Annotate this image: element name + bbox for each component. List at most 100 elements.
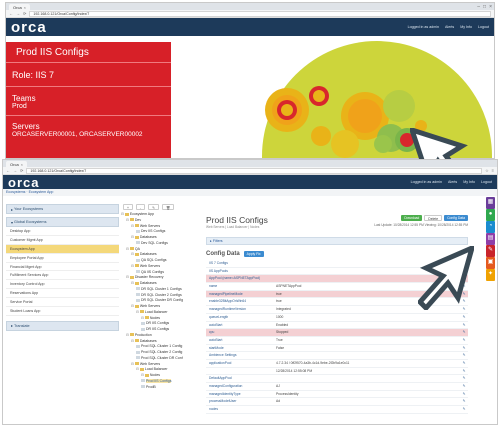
delete-node-button[interactable]: 🗑 <box>161 204 175 210</box>
tree-node-label: Databases <box>139 281 157 285</box>
minimize-icon[interactable]: – <box>477 4 480 10</box>
alerts-link[interactable]: Alerts <box>445 25 454 29</box>
config-data-button[interactable]: Config Data <box>444 215 468 221</box>
tree-node-label: QA SQL Configs <box>141 258 167 262</box>
config-row[interactable]: autoStart Enabled ✎ <box>206 322 468 330</box>
filters-bar[interactable]: ▸ Filters <box>206 237 468 245</box>
back-url-input[interactable]: 192.168.0.121/Orca/Config/Index/7 <box>29 10 491 17</box>
edit-icon[interactable]: ✎ <box>460 360 468 367</box>
tree-node-label: DR IIS Configs <box>146 327 170 331</box>
config-row[interactable]: Ambience Settings ✎ <box>206 352 468 360</box>
edit-icon[interactable]: ✎ <box>460 375 468 382</box>
menu-icon[interactable]: ≡ <box>492 168 494 173</box>
front-tab-title: Orca <box>10 161 19 167</box>
maximize-icon[interactable]: □ <box>483 4 486 10</box>
logout-link[interactable]: Logout <box>478 25 489 29</box>
calendar-icon[interactable]: ▦ <box>486 197 495 209</box>
tree-node-label: Databases <box>139 252 157 257</box>
config-row[interactable]: managedIdentityType ProcessIdentity ✎ <box>206 391 468 399</box>
tree-node-label: Nodes <box>149 373 161 377</box>
file-icon <box>136 258 140 262</box>
file-icon <box>136 344 140 348</box>
reload-icon[interactable]: ⟳ <box>23 11 26 16</box>
star-icon[interactable]: ☆ <box>485 168 489 173</box>
last-update-text: Last Update: 10/28/2014 12:55 PM <box>374 223 424 227</box>
tab-close-icon[interactable]: × <box>21 162 23 167</box>
page-title: Prod IIS Configs <box>206 215 268 225</box>
your-ecosystems-header[interactable]: ▸ Your Ecosystems <box>6 204 119 214</box>
edit-icon[interactable]: ✎ <box>460 406 468 413</box>
ecosystem-list-item[interactable]: Employee Portal App <box>6 254 119 263</box>
ecosystem-list-item[interactable]: Inventory Control App <box>6 280 119 290</box>
config-row[interactable]: autoStart True ✎ <box>206 337 468 345</box>
config-row[interactable]: cpu Stopped ✎ <box>206 329 468 337</box>
translate-header[interactable]: ▸ Translate <box>6 320 119 331</box>
config-row[interactable]: processModelUser Ad ✎ <box>206 398 468 407</box>
tree-node-label: Web Servers <box>139 304 161 308</box>
close-icon[interactable]: × <box>489 4 492 10</box>
config-row[interactable]: applicationPool 4.7.2.34 / 0ff2f570-4a3b-… <box>206 360 468 368</box>
logged-in-link[interactable]: Logged in as admin <box>408 25 439 29</box>
ecosystem-list-item[interactable]: Financial Mgmt App <box>6 263 119 272</box>
tree-node[interactable]: ProdB <box>121 385 203 391</box>
print-icon[interactable]: ▤ <box>486 233 495 245</box>
add-node-button[interactable]: + <box>123 204 133 210</box>
download-button[interactable]: Download <box>401 215 423 221</box>
config-row[interactable]: 12/28/2014 12:55:08 PM ✎ <box>206 368 468 376</box>
chart-icon[interactable]: ◔ <box>486 221 495 233</box>
config-row[interactable]: startMode False ✎ <box>206 345 468 353</box>
reload-icon[interactable]: ⟳ <box>20 168 23 173</box>
orca-logo[interactable]: orca <box>11 19 47 36</box>
ecosystem-list-item[interactable]: Ecosystem App <box>6 244 119 254</box>
edit-icon[interactable]: ✎ <box>460 322 468 329</box>
ecosystem-list-item[interactable]: Customer Mgmt App <box>6 236 119 245</box>
front-tab[interactable]: Orca × <box>6 161 28 167</box>
edit-icon[interactable]: ✎ <box>460 391 468 398</box>
tab-close-icon[interactable]: × <box>24 5 26 10</box>
back-tab[interactable]: Orca × <box>9 4 31 10</box>
forward-arrow-icon[interactable]: → <box>16 11 20 16</box>
status-icon[interactable]: ● <box>486 209 495 221</box>
edit-icon[interactable]: ✎ <box>460 398 468 405</box>
wrench-icon[interactable]: ✦ <box>486 269 495 281</box>
edit-icon[interactable]: ✎ <box>460 368 468 375</box>
back-arrow-icon[interactable]: ← <box>9 11 13 16</box>
edit-icon[interactable]: ✎ <box>460 383 468 390</box>
edit-icon[interactable]: ✎ <box>460 345 468 352</box>
edit-icon[interactable]: ✎ <box>460 352 468 359</box>
document-icon[interactable]: ▣ <box>486 257 495 269</box>
edit-icon[interactable]: ✎ <box>460 329 468 336</box>
config-row[interactable]: queueLength 1000 ✎ <box>206 314 468 322</box>
ecosystem-list-item[interactable]: Fulfillment Services App <box>6 271 119 281</box>
ecosystem-list-item[interactable]: Student Loans App <box>6 307 119 316</box>
back-arrow-icon[interactable]: ← <box>6 168 10 173</box>
front-url-input[interactable]: 192.168.0.121/Orca/Config/Index/7 <box>26 167 483 174</box>
forward-arrow-icon[interactable]: → <box>13 168 17 173</box>
apply-fix-button[interactable]: Apply Fix <box>243 251 264 257</box>
delete-button[interactable]: Delete <box>424 215 443 221</box>
config-row[interactable]: nodes ✎ <box>206 406 468 414</box>
edit-icon[interactable]: ✎ <box>486 245 495 257</box>
logout-link[interactable]: Logout <box>481 180 492 184</box>
edit-icon[interactable]: ✎ <box>460 314 468 321</box>
ecosystem-list-item[interactable]: Desktop App <box>6 227 119 236</box>
card-role: Role: IIS 7 <box>12 70 55 80</box>
edit-node-button[interactable]: ✎ <box>148 204 159 210</box>
edit-icon[interactable]: ✎ <box>460 337 468 344</box>
my-info-link[interactable]: My Info <box>463 180 475 184</box>
config-row[interactable]: DefaultAppPool ✎ <box>206 375 468 383</box>
breadcrumb[interactable]: Ecosystems · Ecosystem App <box>3 189 497 196</box>
ecosystem-list-item[interactable]: Reservations App <box>6 289 119 299</box>
ecosystem-list-item[interactable]: Service Portal <box>6 298 119 308</box>
card-servers-value: ORCASERVER00001, ORCASERVER00002 <box>12 131 143 138</box>
config-key: nodes <box>209 407 218 412</box>
orca-logo[interactable]: orca <box>8 175 39 190</box>
global-ecosystems-header[interactable]: ▾ Global Ecosystems <box>6 217 119 227</box>
logged-in-link[interactable]: Logged in as admin <box>411 180 442 184</box>
alerts-link[interactable]: Alerts <box>448 180 457 184</box>
config-row[interactable]: managedConfiguration AJ ✎ <box>206 383 468 391</box>
config-key: Ambience Settings <box>209 353 237 358</box>
remove-node-button[interactable]: - <box>135 204 146 210</box>
back-url-bar: ← → ⟳ 192.168.0.121/Orca/Config/Index/7 <box>6 10 494 18</box>
my-info-link[interactable]: My Info <box>460 25 472 29</box>
